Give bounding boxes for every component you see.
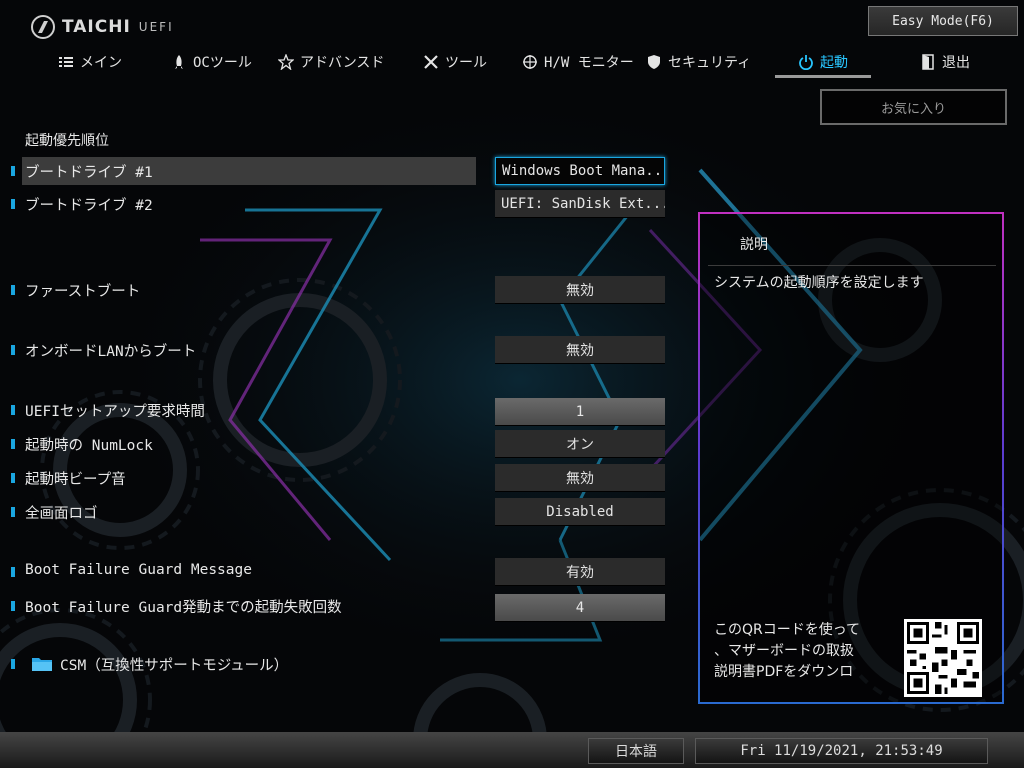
setting-label: ファーストブート — [25, 284, 141, 300]
qr-caption-line: このQRコードを使って — [714, 622, 861, 638]
taichi-logo: TAICHI UEFI — [30, 12, 174, 42]
status-bar: 日本語 Fri 11/19/2021, 21:53:49 — [0, 732, 1024, 768]
description-title: 説明 — [740, 237, 768, 253]
tab-label: 退出 — [942, 55, 970, 71]
row-marker — [11, 166, 15, 176]
brand-sub: UEFI — [138, 20, 174, 34]
brand-name: TAICHI — [62, 17, 131, 37]
setting-row-boot-drive-2[interactable]: ブートドライブ #2 — [0, 190, 480, 218]
setting-row-boot-failure-guard-count[interactable]: Boot Failure Guard発動までの起動失敗回数 — [0, 592, 480, 620]
setting-row-fast-boot[interactable]: ファーストブート — [0, 276, 480, 304]
setting-label: Boot Failure Guard Message — [25, 562, 252, 578]
setting-label: オンボードLANからブート — [25, 344, 197, 360]
setting-row-bootup-beep[interactable]: 起動時ビープ音 — [0, 464, 480, 492]
exit-door-icon — [922, 54, 934, 70]
qr-code-icon — [904, 619, 982, 697]
tools-icon — [424, 55, 438, 69]
main-tabs: メイン OCツール アドバンスド ツール H/W モニター セキュリティ 起動 … — [0, 44, 1024, 82]
tab-label: アドバンスド — [300, 55, 385, 71]
bootup-numlock-select[interactable]: オン — [495, 430, 665, 458]
setting-row-boot-failure-guard-message[interactable]: Boot Failure Guard Message — [0, 558, 480, 586]
tab-main[interactable]: メイン — [58, 44, 122, 80]
qr-caption-line: 、マザーボードの取扱 — [714, 643, 854, 659]
folder-icon — [32, 658, 52, 671]
tab-oc-tools[interactable]: OCツール — [171, 44, 252, 80]
description-text: システムの起動順序を設定します — [714, 275, 924, 291]
row-marker — [11, 473, 15, 483]
easy-mode-button[interactable]: Easy Mode(F6) — [868, 6, 1018, 36]
datetime-display: Fri 11/19/2021, 21:53:49 — [695, 738, 988, 764]
qr-caption-line: 説明書PDFをダウンロ — [714, 664, 854, 680]
tab-label: OCツール — [193, 55, 252, 71]
boot-failure-guard-count-input[interactable]: 4 — [495, 594, 665, 622]
setting-label: ブートドライブ #2 — [25, 198, 153, 214]
row-marker — [11, 405, 15, 415]
rocket-icon — [175, 55, 183, 69]
setting-label: 全画面ロゴ — [25, 506, 98, 522]
section-title: 起動優先順位 — [25, 133, 109, 149]
row-marker — [11, 439, 15, 449]
row-marker — [11, 507, 15, 517]
power-icon — [799, 55, 813, 70]
tab-label: H/W モニター — [544, 55, 634, 71]
qr-caption: このQRコードを使って 、マザーボードの取扱 説明書PDFをダウンロ — [714, 620, 894, 683]
tab-label: セキュリティ — [668, 55, 752, 71]
tab-advanced[interactable]: アドバンスド — [278, 44, 384, 80]
tab-hw-monitor[interactable]: H/W モニター — [522, 44, 634, 80]
boot-drive-1-select[interactable]: Windows Boot Mana... — [495, 157, 665, 185]
setting-label: 起動時ビープ音 — [25, 472, 126, 488]
setting-row-boot-drive-1[interactable]: ブートドライブ #1 — [0, 157, 480, 185]
fast-boot-select[interactable]: 無効 — [495, 276, 665, 304]
taichi-emblem-icon — [31, 15, 55, 39]
row-marker — [11, 285, 15, 295]
setup-prompt-timeout-input[interactable]: 1 — [495, 398, 665, 426]
setting-label: ブートドライブ #1 — [25, 165, 153, 181]
setting-row-onboard-lan-boot[interactable]: オンボードLANからブート — [0, 336, 480, 364]
description-panel: 説明 システムの起動順序を設定します このQRコードを使って 、マザーボードの取… — [698, 212, 1004, 704]
setting-row-bootup-numlock[interactable]: 起動時の NumLock — [0, 430, 480, 458]
list-icon — [59, 57, 73, 67]
row-marker — [11, 659, 15, 669]
bootup-beep-select[interactable]: 無効 — [495, 464, 665, 492]
tab-label: 起動 — [820, 55, 848, 71]
csm-label: CSM（互換性サポートモジュール） — [60, 658, 289, 674]
divider — [708, 265, 996, 266]
setting-row-full-screen-logo[interactable]: 全画面ロゴ — [0, 498, 480, 526]
row-marker — [11, 199, 15, 209]
boot-failure-guard-message-select[interactable]: 有効 — [495, 558, 665, 586]
favorites-button[interactable]: お気に入り — [820, 89, 1007, 125]
active-tab-indicator — [775, 75, 871, 78]
star-icon — [278, 54, 294, 70]
full-screen-logo-select[interactable]: Disabled — [495, 498, 665, 526]
setting-label: UEFIセットアップ要求時間 — [25, 404, 205, 420]
setting-label: Boot Failure Guard発動までの起動失敗回数 — [25, 600, 342, 616]
language-button[interactable]: 日本語 — [588, 738, 684, 764]
row-marker — [11, 567, 15, 577]
tab-tools[interactable]: ツール — [423, 44, 487, 80]
tab-label: メイン — [80, 55, 122, 71]
tab-security[interactable]: セキュリティ — [646, 44, 751, 80]
crosshair-icon — [523, 55, 537, 69]
setting-label: 起動時の NumLock — [25, 438, 153, 454]
row-marker — [11, 601, 15, 611]
tab-exit[interactable]: 退出 — [920, 44, 970, 80]
onboard-lan-boot-select[interactable]: 無効 — [495, 336, 665, 364]
csm-submenu[interactable]: CSM（互換性サポートモジュール） — [0, 650, 400, 678]
shield-icon — [648, 55, 660, 69]
tab-label: ツール — [445, 55, 487, 71]
setting-row-setup-prompt-timeout[interactable]: UEFIセットアップ要求時間 — [0, 396, 480, 424]
row-marker — [11, 345, 15, 355]
boot-drive-2-select[interactable]: UEFI: SanDisk Ext... — [495, 190, 665, 218]
